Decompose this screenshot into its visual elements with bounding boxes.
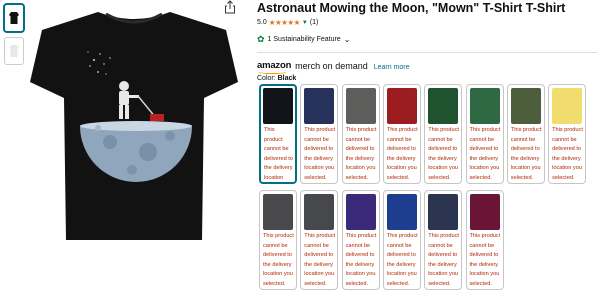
color-swatch — [345, 88, 376, 124]
sustainability-feature[interactable]: ✿ 1 Sustainability Feature ⌄ — [257, 32, 600, 46]
amazon-logo: amazon — [257, 60, 292, 74]
color-swatch — [345, 194, 376, 230]
unavailable-message: This product cannot be delivered to the … — [386, 233, 418, 287]
unavailable-message: This product cannot be delivered to the … — [264, 127, 293, 181]
unavailable-message: This product cannot be delivered to the … — [345, 233, 377, 287]
chevron-down-icon[interactable]: ▼ — [302, 20, 308, 26]
color-swatch-option[interactable]: This product cannot be delivered to the … — [424, 84, 463, 184]
color-swatch-option[interactable]: This product cannot be delivered to the … — [341, 84, 380, 184]
white-shirt-thumbnail-image — [9, 45, 19, 57]
share-icon[interactable] — [224, 0, 236, 14]
color-swatch — [469, 194, 500, 230]
selected-color-name: Black — [277, 75, 297, 82]
divider — [257, 52, 597, 53]
crater — [95, 125, 101, 131]
unavailable-message: This product cannot be delivered to the … — [386, 127, 418, 181]
color-swatch-option[interactable]: This product cannot be delivered to the … — [300, 84, 339, 184]
color-swatch — [552, 88, 583, 124]
sustainability-label[interactable]: 1 Sustainability Feature — [268, 36, 341, 43]
rating-value: 5.0 — [257, 19, 267, 26]
color-swatch-option[interactable]: This product cannot be delivered to the … — [548, 84, 587, 184]
color-swatch — [263, 194, 293, 230]
unavailable-message: This product cannot be delivered to the … — [428, 127, 459, 181]
merch-on-demand-text: merch on demand — [295, 61, 368, 71]
crater — [165, 131, 175, 141]
thumbnail-white-shirt[interactable] — [4, 37, 24, 65]
unavailable-message: This product cannot be delivered to the … — [345, 127, 377, 181]
color-swatch-option[interactable]: This product cannot be delivered to the … — [259, 190, 297, 290]
color-label: Color: Black — [257, 75, 600, 82]
lawn-mower — [150, 114, 164, 121]
color-swatch-option[interactable]: This product cannot be delivered to the … — [506, 84, 545, 184]
unavailable-message: This product cannot be delivered to the … — [304, 233, 336, 287]
color-swatch — [304, 194, 335, 230]
color-swatch-option[interactable]: This product cannot be delivered to the … — [259, 84, 297, 184]
color-swatch — [510, 88, 541, 124]
learn-more-link[interactable]: Learn more — [374, 64, 410, 71]
unavailable-message: This product cannot be delivered to the … — [469, 127, 501, 181]
rating-count[interactable]: (1) — [310, 19, 319, 26]
product-details: Astronaut Mowing the Moon, "Mown" T-Shir… — [257, 0, 600, 290]
color-swatch-option[interactable]: This product cannot be delivered to the … — [300, 190, 339, 290]
thumbnail-strip — [4, 4, 26, 70]
rating-row[interactable]: 5.0 ★★★★★ ▼ (1) — [257, 18, 600, 27]
merch-on-demand-brand: amazon merch on demand Learn more — [257, 57, 600, 74]
color-swatch — [263, 88, 293, 124]
crater — [103, 135, 117, 149]
chevron-down-icon[interactable]: ⌄ — [344, 35, 351, 44]
leaf-icon: ✿ — [257, 33, 265, 44]
color-swatch-option[interactable]: This product cannot be delivered to the … — [382, 84, 421, 184]
unavailable-message: This product cannot be delivered to the … — [552, 127, 583, 181]
crater — [139, 143, 157, 161]
color-swatch — [428, 88, 459, 124]
color-swatch-option[interactable]: This product cannot be delivered to the … — [341, 190, 380, 290]
color-swatch-option[interactable]: This product cannot be delivered to the … — [424, 190, 463, 290]
color-swatch — [428, 194, 459, 230]
color-swatch-option[interactable]: This product cannot be delivered to the … — [465, 84, 504, 184]
unavailable-message: This product cannot be delivered to the … — [428, 233, 459, 287]
product-title: Astronaut Mowing the Moon, "Mown" T-Shir… — [257, 1, 566, 15]
unavailable-message: This product cannot be delivered to the … — [304, 127, 336, 181]
color-label-prefix: Color: — [257, 75, 278, 82]
color-swatch — [386, 88, 417, 124]
unavailable-message: This product cannot be delivered to the … — [510, 127, 542, 181]
unavailable-message: This product cannot be delivered to the … — [469, 233, 501, 287]
product-main-image[interactable] — [30, 2, 238, 240]
crater — [127, 165, 137, 175]
color-swatch — [304, 88, 335, 124]
unavailable-message: This product cannot be delivered to the … — [263, 233, 294, 287]
color-swatch-option[interactable]: This product cannot be delivered to the … — [382, 190, 421, 290]
black-shirt-thumbnail-image — [9, 12, 19, 24]
thumbnail-black-shirt[interactable] — [4, 4, 24, 32]
color-swatch — [386, 194, 417, 230]
star-rating-icon[interactable]: ★★★★★ — [269, 18, 301, 27]
color-swatch — [469, 88, 500, 124]
color-swatch-option[interactable]: This product cannot be delivered to the … — [465, 190, 504, 290]
